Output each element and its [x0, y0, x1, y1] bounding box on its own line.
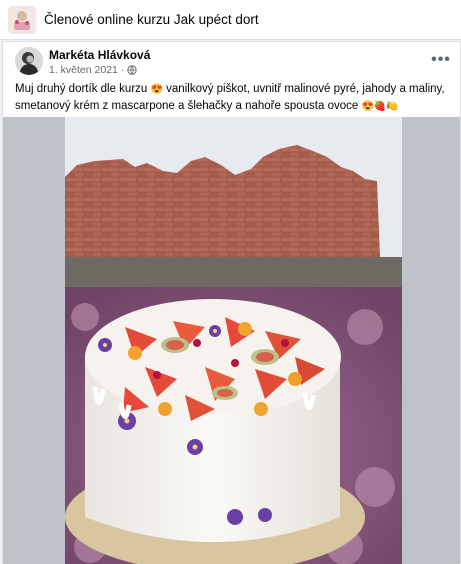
avatar[interactable]	[15, 47, 43, 75]
emoji-group-icon: 😍🍓🍋	[361, 101, 399, 112]
post-photo-area[interactable]	[3, 117, 460, 564]
group-title[interactable]: Členové online kurzu Jak upéct dort	[44, 12, 259, 27]
meta-separator: ·	[120, 64, 125, 76]
heart-eyes-emoji-icon: 😍	[150, 84, 163, 95]
post-card: Markéta Hlávková 1. květen 2021 · ••• Mu…	[2, 41, 461, 564]
post-meta: 1. květen 2021 ·	[49, 64, 138, 76]
cake-photo-illustration	[65, 117, 402, 564]
post-text-line1-b: vanilkový piškot, uvnitř malinové pyré, …	[162, 83, 445, 95]
globe-icon	[127, 65, 138, 75]
group-thumbnail[interactable]	[8, 6, 36, 34]
post-text-line1-a: Muj druhý dortík dle kurzu	[15, 83, 148, 95]
post-text-line2-a: smetanový krém z mascarpone a šlehačky a…	[15, 100, 359, 112]
more-options-icon[interactable]: •••	[430, 51, 452, 68]
post-text: Muj druhý dortík dle kurzu 😍 vanilkový p…	[15, 81, 447, 115]
author-name[interactable]: Markéta Hlávková	[49, 48, 150, 62]
post-date[interactable]: 1. květen 2021	[49, 64, 118, 76]
group-header: Členové online kurzu Jak upéct dort	[0, 0, 461, 40]
cake-photo[interactable]	[65, 117, 402, 564]
